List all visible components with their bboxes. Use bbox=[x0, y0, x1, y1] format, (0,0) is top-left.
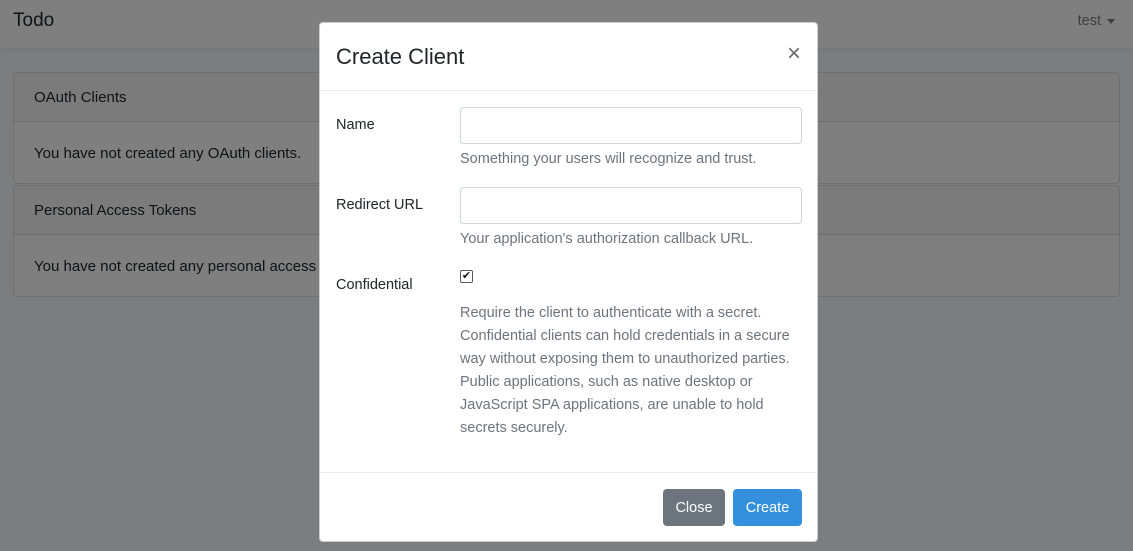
name-input[interactable] bbox=[460, 107, 802, 144]
modal-header: Create Client × bbox=[320, 23, 817, 91]
help-line: JavaScript SPA applications, are unable … bbox=[460, 397, 764, 413]
modal-body: Name Something your users will recognize… bbox=[320, 91, 817, 472]
create-button[interactable]: Create bbox=[733, 489, 802, 526]
name-label: Name bbox=[336, 117, 375, 133]
help-line: Confidential clients can hold credential… bbox=[460, 328, 790, 344]
confidential-label: Confidential bbox=[336, 277, 413, 293]
name-help-text: Something your users will recognize and … bbox=[460, 151, 757, 167]
help-line: way without exposing them to unauthorize… bbox=[460, 351, 790, 367]
confidential-help-text: Require the client to authenticate with … bbox=[460, 302, 805, 440]
modal-footer: Close Create bbox=[320, 472, 817, 541]
help-line: Public applications, such as native desk… bbox=[460, 374, 753, 390]
modal-title: Create Client bbox=[336, 43, 465, 69]
close-icon[interactable]: × bbox=[787, 41, 801, 66]
redirect-url-label: Redirect URL bbox=[336, 197, 424, 213]
redirect-url-input[interactable] bbox=[460, 187, 802, 224]
help-line: Require the client to authenticate with … bbox=[460, 305, 762, 321]
close-button[interactable]: Close bbox=[663, 489, 725, 526]
create-client-modal: Create Client × Name Something your user… bbox=[319, 22, 818, 542]
checkmark-icon: ✔ bbox=[461, 270, 472, 282]
confidential-checkbox[interactable]: ✔ bbox=[460, 270, 473, 283]
redirect-url-help-text: Your application's authorization callbac… bbox=[460, 231, 754, 247]
help-line: secrets securely. bbox=[460, 420, 568, 436]
